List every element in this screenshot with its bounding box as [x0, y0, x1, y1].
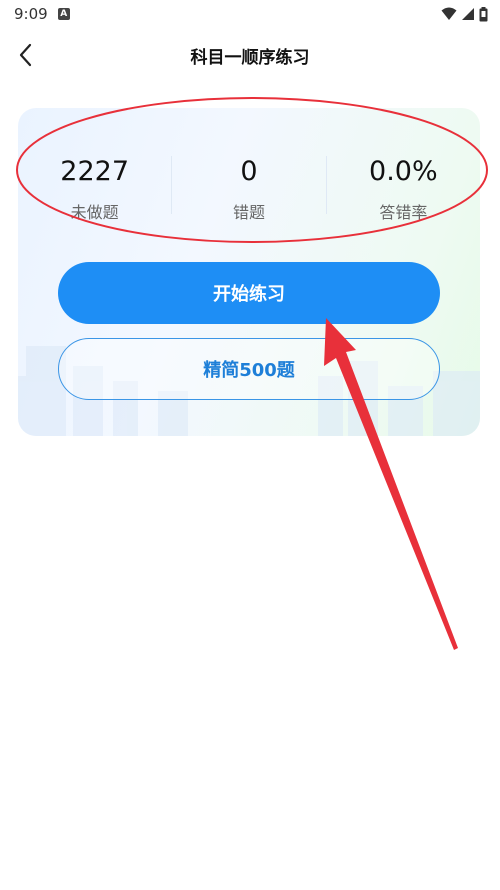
- status-left: 9:09 A: [14, 5, 70, 23]
- chevron-left-icon: [19, 43, 32, 67]
- start-practice-button[interactable]: 开始练习: [58, 262, 440, 324]
- status-right: [441, 6, 488, 22]
- status-bar: 9:09 A: [0, 0, 500, 28]
- stat-wrong-label: 错题: [232, 203, 265, 222]
- wifi-icon: [441, 7, 457, 20]
- simplified-500-button[interactable]: 精简500题: [58, 338, 440, 400]
- battery-icon: [479, 6, 488, 21]
- stat-wrong[interactable]: 0 错题: [172, 148, 325, 223]
- status-time: 9:09: [14, 5, 48, 23]
- stat-undone[interactable]: 2227 未做题: [18, 148, 171, 223]
- stat-error-rate-label: 答错率: [379, 203, 428, 222]
- signal-icon: [462, 8, 474, 20]
- screen: 9:09 A 科目一顺序练习 2227 未做题 0 错题 0.0% 答错率 开始…: [0, 0, 500, 890]
- stat-error-rate[interactable]: 0.0% 答错率: [327, 148, 480, 223]
- title-bar: 科目一顺序练习: [0, 28, 500, 82]
- back-button[interactable]: [10, 38, 40, 72]
- stat-undone-label: 未做题: [70, 203, 119, 222]
- stat-wrong-value: 0: [240, 156, 258, 187]
- stat-undone-value: 2227: [60, 156, 130, 187]
- stats-row: 2227 未做题 0 错题 0.0% 答错率: [18, 148, 480, 228]
- notification-app-icon: A: [57, 8, 70, 20]
- stat-error-rate-value: 0.0%: [369, 156, 438, 187]
- page-title: 科目一顺序练习: [190, 47, 310, 68]
- stats-card: 2227 未做题 0 错题 0.0% 答错率 开始练习 精简500题: [18, 108, 480, 436]
